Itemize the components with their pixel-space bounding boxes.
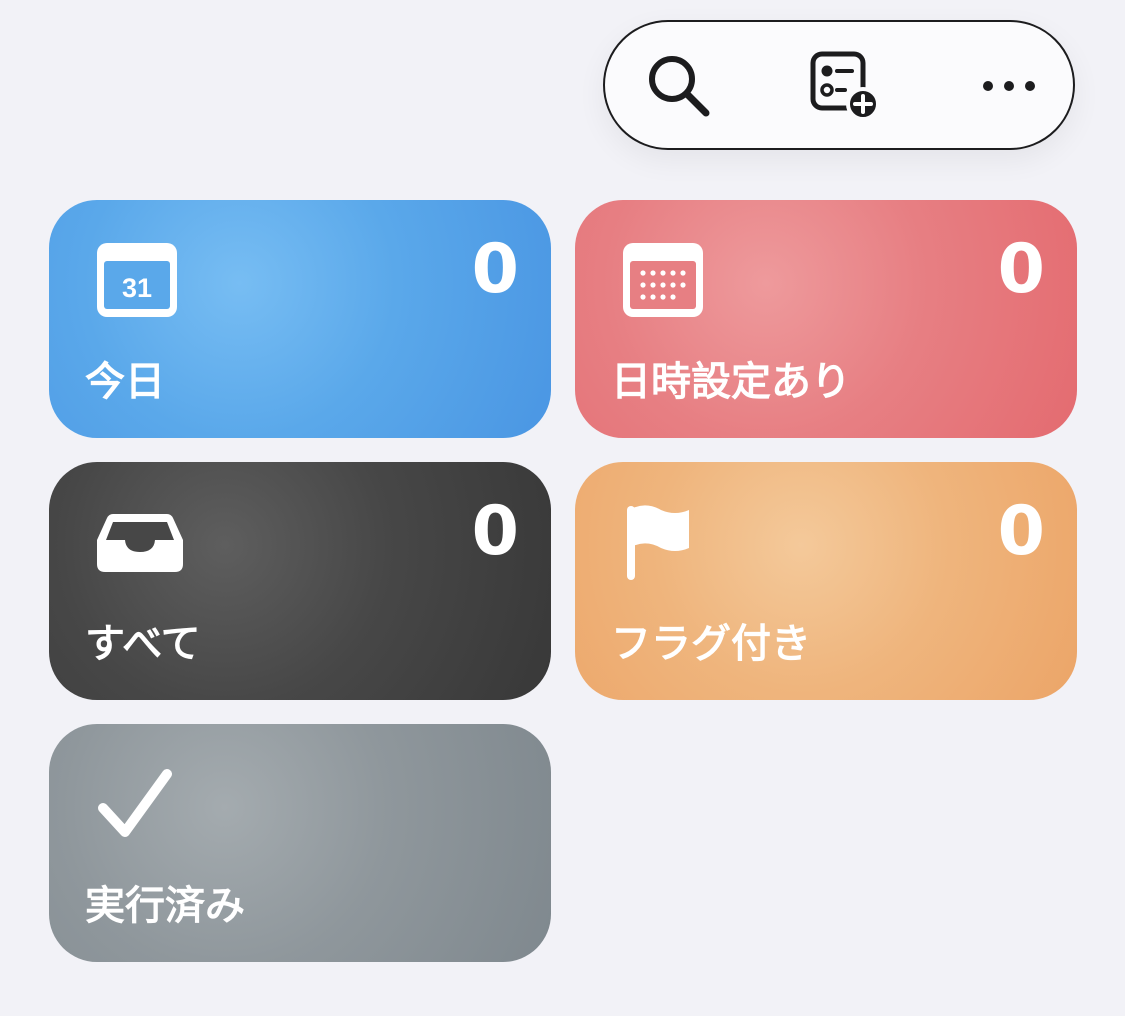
all-count: 0 <box>471 492 519 571</box>
calendar-grid-icon <box>623 243 703 317</box>
today-label: 今日 <box>85 359 165 405</box>
flag-icon <box>627 505 689 580</box>
today-list-tile[interactable]: 31 0 今日 <box>49 200 551 438</box>
more-button[interactable] <box>969 46 1049 126</box>
tray-icon-wrap <box>95 502 185 582</box>
add-list-button[interactable] <box>805 46 885 126</box>
calendar-day-number: 31 <box>122 273 152 303</box>
ellipsis-icon <box>983 81 1035 91</box>
search-button[interactable] <box>639 46 719 126</box>
today-count: 0 <box>471 230 519 309</box>
calendar-day-icon-wrap: 31 <box>95 240 185 320</box>
calendar-grid-icon-wrap <box>621 240 711 320</box>
flagged-count: 0 <box>997 492 1045 571</box>
toolbar <box>603 20 1075 150</box>
all-list-tile[interactable]: 0 すべて <box>49 462 551 700</box>
flag-icon-wrap <box>621 502 711 582</box>
flagged-list-tile[interactable]: 0 フラグ付き <box>575 462 1077 700</box>
tray-icon <box>97 514 183 572</box>
completed-label: 実行済み <box>85 883 245 929</box>
scheduled-label: 日時設定あり <box>611 359 851 405</box>
scheduled-count: 0 <box>997 230 1045 309</box>
calendar-day-icon: 31 <box>97 243 177 317</box>
scheduled-list-tile[interactable]: 0 日時設定あり <box>575 200 1077 438</box>
completed-list-tile[interactable]: 実行済み <box>49 724 551 962</box>
flagged-label: フラグ付き <box>611 621 811 667</box>
checkmark-icon <box>98 769 172 837</box>
search-icon <box>649 56 710 117</box>
list-add-icon <box>810 51 880 121</box>
all-label: すべて <box>85 621 201 667</box>
checkmark-icon-wrap <box>95 764 185 844</box>
